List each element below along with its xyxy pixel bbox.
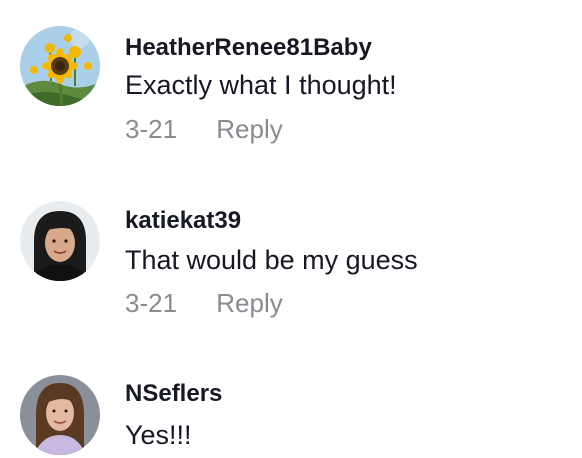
reply-button[interactable]: Reply	[216, 288, 282, 319]
avatar[interactable]	[20, 201, 100, 281]
comment-text: Yes!!!	[125, 420, 192, 450]
comment-meta: 3-21 Reply	[125, 114, 283, 145]
comment-username[interactable]: NSeflers	[125, 380, 222, 408]
avatar[interactable]	[20, 26, 100, 106]
sunflower-avatar-icon	[20, 26, 100, 106]
comment-username[interactable]: HeatherRenee81Baby	[125, 34, 372, 62]
comment-list: HeatherRenee81Baby Exactly what I though…	[0, 0, 582, 458]
comment-text: That would be my guess	[125, 245, 418, 275]
comment-username[interactable]: katiekat39	[125, 207, 241, 235]
woman-dark-hair-avatar-icon	[20, 201, 100, 281]
comment-date: 3-21	[125, 288, 178, 318]
comment-date: 3-21	[125, 114, 178, 144]
reply-button[interactable]: Reply	[216, 114, 282, 145]
comment-meta: 3-21 Reply	[125, 288, 283, 319]
comment-text: Exactly what I thought!	[125, 70, 397, 100]
avatar[interactable]	[20, 375, 100, 455]
woman-brown-hair-avatar-icon	[20, 375, 100, 455]
